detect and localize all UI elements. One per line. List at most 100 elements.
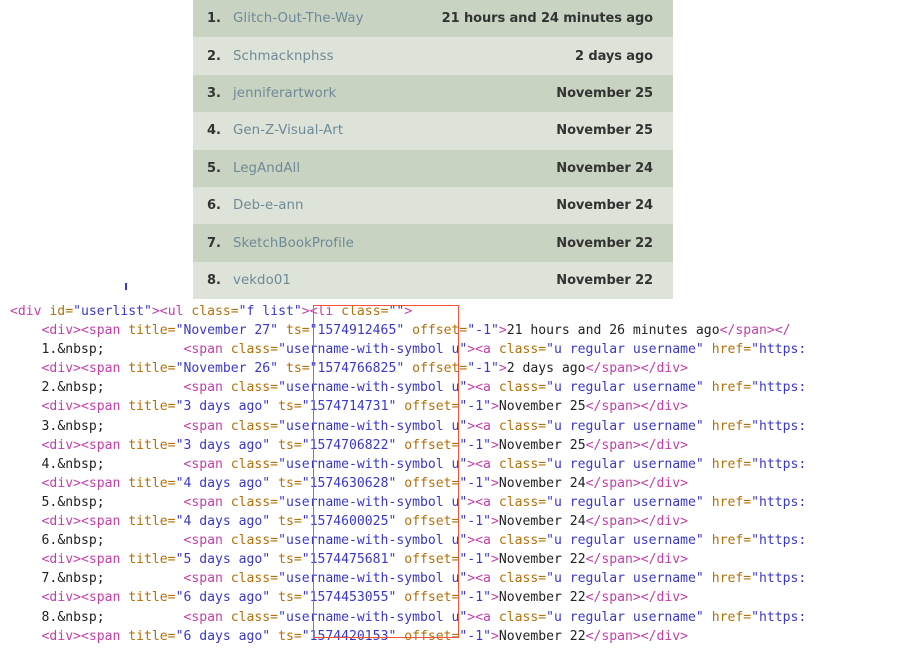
code-token-val: "3 days ago" (176, 438, 271, 453)
code-token-attr: offset= (396, 590, 459, 605)
code-token-attr: href= (704, 457, 751, 472)
code-token-attr: ts= (278, 323, 310, 338)
list-item[interactable]: 6. Deb-e-ann November 24 (193, 187, 673, 224)
code-token-txt: 5.&nbsp; (42, 495, 184, 510)
code-token-val: "November 27" (176, 323, 278, 338)
rank-number: 3. (207, 86, 233, 101)
list-item[interactable]: 5. LegAndAll November 24 (193, 150, 673, 187)
code-token-attr: href= (704, 419, 751, 434)
timeago-text: 21 hours and 24 minutes ago (442, 11, 653, 26)
code-token-txt: 3.&nbsp; (42, 419, 184, 434)
code-token-tag: ><a (467, 571, 499, 586)
code-token-tag: > (491, 514, 499, 529)
code-token-attr: href= (704, 533, 751, 548)
code-token-attr: title= (128, 590, 175, 605)
username-link[interactable]: LegAndAll (233, 161, 300, 176)
code-token-val: "5 days ago" (176, 552, 271, 567)
code-token-tag: ><a (467, 610, 499, 625)
code-token-val: "u regular username" (546, 457, 704, 472)
code-token-val: "u regular username" (546, 342, 704, 357)
username-link[interactable]: Glitch-Out-The-Way (233, 11, 364, 26)
username-link[interactable]: jenniferartwork (233, 86, 336, 101)
code-token-attr: offset= (396, 399, 459, 414)
code-token-tag: ><a (467, 342, 499, 357)
code-token-attr: title= (128, 629, 175, 644)
code-token-val: "1574420153" (302, 629, 397, 644)
code-token-attr: title= (128, 323, 175, 338)
code-token-attr: class= (499, 533, 546, 548)
code-line: <div><span title="November 26" ts="15747… (0, 359, 900, 378)
code-token-attr: class= (231, 342, 278, 357)
code-line: 3.&nbsp; <span class="username-with-symb… (0, 417, 900, 436)
code-token-txt: November 25 (499, 399, 586, 414)
username-link[interactable]: SketchBookProfile (233, 236, 354, 251)
code-token-tag: ><ul (152, 304, 191, 319)
code-token-val: "u regular username" (546, 495, 704, 510)
list-item[interactable]: 1. Glitch-Out-The-Way 21 hours and 24 mi… (193, 0, 673, 37)
code-token-attr: ts= (278, 361, 310, 376)
code-token-tag: > (491, 629, 499, 644)
code-token-tag: </span></div> (586, 514, 688, 529)
code-token-val: "https: (751, 419, 806, 434)
code-token-tag: > (499, 361, 507, 376)
code-token-tag: </span></div> (586, 399, 688, 414)
html-source-code-view[interactable]: <div id="userlist"><ul class="f list"><l… (0, 302, 900, 646)
code-line: 7.&nbsp; <span class="username-with-symb… (0, 569, 900, 588)
username-link[interactable]: Deb-e-ann (233, 198, 304, 213)
code-token-attr: class= (191, 304, 238, 319)
code-token-tag: > (491, 552, 499, 567)
code-line: <div><span title="6 days ago" ts="157445… (0, 588, 900, 607)
code-token-attr: class= (341, 304, 388, 319)
code-token-val: "6 days ago" (176, 629, 271, 644)
code-token-attr: ts= (270, 399, 302, 414)
username-link[interactable]: Schmacknphss (233, 49, 334, 64)
code-token-txt: November 22 (499, 629, 586, 644)
code-token-attr: title= (128, 552, 175, 567)
code-token-tag: <div><span (42, 361, 129, 376)
code-line: <div id="userlist"><ul class="f list"><l… (0, 302, 900, 321)
code-token-tag: ><a (467, 419, 499, 434)
code-token-indent (10, 361, 42, 376)
code-token-txt: November 25 (499, 438, 586, 453)
code-token-val: "username-with-symbol u" (278, 571, 467, 586)
list-item[interactable]: 2. Schmacknphss 2 days ago (193, 37, 673, 74)
code-token-val: "-1" (459, 514, 491, 529)
code-token-indent (10, 457, 42, 472)
list-item[interactable]: 4. Gen-Z-Visual-Art November 25 (193, 112, 673, 149)
code-token-tag: </span></div> (586, 590, 688, 605)
code-token-val: "-1" (459, 438, 491, 453)
user-ranking-list: 1. Glitch-Out-The-Way 21 hours and 24 mi… (193, 0, 673, 299)
rank-number: 6. (207, 198, 233, 213)
code-token-indent (10, 629, 42, 644)
code-line: <div><span title="4 days ago" ts="157463… (0, 474, 900, 493)
code-token-attr: class= (231, 380, 278, 395)
code-line: 6.&nbsp; <span class="username-with-symb… (0, 531, 900, 550)
code-token-indent (10, 399, 42, 414)
code-token-attr: class= (499, 380, 546, 395)
code-token-attr: href= (704, 495, 751, 510)
code-line: 4.&nbsp; <span class="username-with-symb… (0, 455, 900, 474)
code-token-tag: <div><span (42, 629, 129, 644)
code-token-val: "userlist" (73, 304, 152, 319)
code-token-attr: title= (128, 438, 175, 453)
code-token-tag: </span></div> (586, 629, 688, 644)
code-token-attr: class= (499, 457, 546, 472)
timeago-text: November 22 (556, 273, 653, 288)
code-token-val: "username-with-symbol u" (278, 533, 467, 548)
code-token-attr: href= (704, 610, 751, 625)
userlist-container: 1. Glitch-Out-The-Way 21 hours and 24 mi… (193, 0, 673, 299)
code-token-tag: </span></ (720, 323, 791, 338)
username-link[interactable]: Gen-Z-Visual-Art (233, 123, 343, 138)
code-token-val: "-1" (459, 476, 491, 491)
rank-number: 1. (207, 11, 233, 26)
code-token-val: "https: (751, 380, 806, 395)
timeago-text: November 24 (556, 161, 653, 176)
list-item[interactable]: 3. jenniferartwork November 25 (193, 75, 673, 112)
code-token-attr: title= (128, 399, 175, 414)
list-item[interactable]: 7. SketchBookProfile November 22 (193, 224, 673, 261)
list-item[interactable]: 8. vekdo01 November 22 (193, 262, 673, 299)
code-token-val: "-1" (459, 590, 491, 605)
username-link[interactable]: vekdo01 (233, 273, 291, 288)
code-token-val: "4 days ago" (176, 476, 271, 491)
code-token-val: "username-with-symbol u" (278, 457, 467, 472)
